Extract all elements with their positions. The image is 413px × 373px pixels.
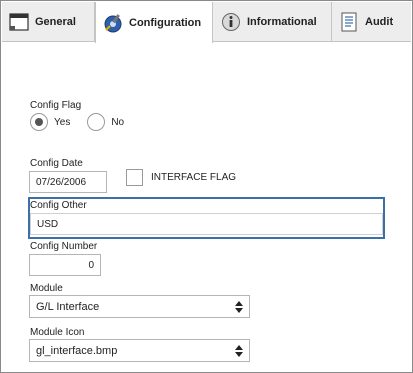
tab-label: Audit — [365, 16, 394, 28]
config-flag-radio-group: Yes No — [30, 113, 141, 131]
config-other-field[interactable]: USD — [30, 213, 383, 235]
config-number-label: Config Number — [30, 241, 98, 252]
configuration-panel: General Configuration Informational Audi… — [0, 0, 413, 373]
tab-informational[interactable]: Informational — [214, 2, 332, 42]
module-select-value: G/L Interface — [36, 300, 100, 313]
interface-flag-label: INTERFACE FLAG — [151, 172, 237, 183]
config-date-label: Config Date — [30, 158, 83, 169]
tab-audit[interactable]: Audit — [332, 2, 411, 42]
module-icon-label: Module Icon — [30, 327, 85, 338]
info-icon — [220, 11, 242, 33]
module-label: Module — [30, 283, 63, 294]
tab-bar: General Configuration Informational Audi… — [2, 2, 411, 43]
select-arrows-icon — [235, 344, 243, 357]
config-other-label: Config Other — [30, 200, 87, 211]
module-icon-select[interactable]: gl_interface.bmp — [29, 339, 250, 362]
config-flag-no-radio[interactable] — [87, 113, 106, 131]
tab-label: General — [35, 16, 76, 28]
config-flag-yes-radio[interactable] — [30, 113, 48, 131]
config-flag-label: Config Flag — [30, 100, 82, 111]
document-icon — [338, 11, 360, 33]
tab-label: Informational — [247, 16, 317, 28]
config-number-field[interactable]: 0 — [29, 254, 101, 276]
tab-label: Configuration — [129, 16, 202, 29]
window-icon — [8, 11, 30, 33]
config-flag-no-label: No — [111, 116, 125, 128]
interface-flag-checkbox[interactable] — [126, 169, 143, 186]
config-date-field[interactable]: 07/26/2006 — [29, 171, 107, 193]
module-icon-select-value: gl_interface.bmp — [36, 344, 118, 357]
select-arrows-icon — [235, 300, 243, 313]
config-flag-yes-label: Yes — [54, 116, 71, 128]
configuration-icon — [102, 12, 124, 34]
tab-general[interactable]: General — [2, 2, 95, 42]
module-select[interactable]: G/L Interface — [29, 295, 250, 318]
tab-configuration[interactable]: Configuration — [95, 2, 213, 43]
